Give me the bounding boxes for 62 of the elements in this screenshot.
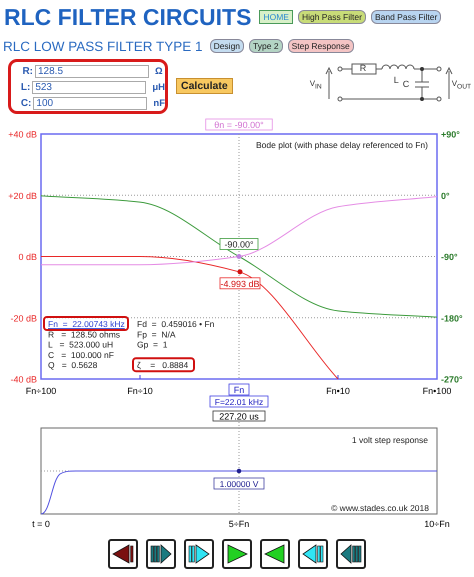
- inductor-label: L: [394, 75, 399, 85]
- cursor-dot: [238, 269, 242, 274]
- nav-link[interactable]: Band Pass Filter: [370, 10, 442, 24]
- tab-link[interactable]: Design: [210, 39, 244, 53]
- axis-label: 5÷Fn: [228, 519, 250, 529]
- chart-title: 1 volt step response: [352, 435, 428, 445]
- calculate-button[interactable]: Calculate: [176, 78, 233, 94]
- input-field[interactable]: 128.5: [35, 65, 149, 78]
- tab-link[interactable]: Type 2: [249, 39, 283, 53]
- axis-label: Fn÷100: [26, 386, 56, 396]
- axis-label: +90°: [441, 130, 460, 140]
- field-label: R:: [21, 66, 33, 77]
- input-field[interactable]: 523: [32, 81, 146, 94]
- axis-label: +20 dB: [8, 190, 37, 201]
- capacitor-label: C: [402, 79, 410, 89]
- cursor-label[interactable]: Fn: [228, 384, 250, 396]
- time-readout: 227.20 us: [212, 410, 266, 422]
- cursor-dot: [236, 254, 242, 259]
- axis-label: -90°: [441, 252, 458, 262]
- input-field[interactable]: 100: [33, 97, 148, 110]
- unit-label: μH: [152, 82, 165, 93]
- axis-label: -20 dB: [10, 313, 37, 324]
- parameter-text: Q = 0.5628: [48, 360, 98, 370]
- chart-title: Bode plot (with phase delay referenced to Fn): [256, 140, 428, 150]
- output-voltage-label: V$_{OUT}$: [452, 79, 472, 93]
- phase-delay-label: θn = -90.00°: [205, 118, 273, 130]
- voltage-readout: 1.00000 V: [214, 478, 264, 490]
- nav-link[interactable]: High Pass Filter: [298, 10, 366, 24]
- tab-link[interactable]: Step Response: [288, 39, 354, 53]
- parameter-text: L = 523.000 uH: [48, 340, 114, 350]
- parameter-text: Fd = 0.459016 • Fn: [137, 319, 214, 329]
- axis-label: 0 dB: [18, 252, 37, 262]
- axis-label: +40 dB: [8, 130, 37, 140]
- field-label: C:: [20, 98, 32, 109]
- section-title: RLC LOW PASS FILTER TYPE 1: [3, 38, 203, 54]
- axis-label: 0°: [441, 190, 450, 201]
- axis-label: 10÷Fn: [424, 519, 450, 529]
- phase-marker: -90.00°: [220, 238, 258, 250]
- unit-label: nF: [153, 98, 165, 109]
- axis-label: Fn•100: [422, 386, 452, 396]
- input-voltage-label: V$_{IN}$: [310, 79, 322, 93]
- axis-label: -180°: [441, 313, 463, 324]
- parameter-text: C = 100.000 nF: [48, 350, 114, 360]
- parameter-text: ζ = 0.8884: [137, 360, 188, 370]
- axis-label: Fn÷10: [127, 386, 153, 396]
- field-label: L:: [20, 82, 30, 93]
- resistor-label: R: [360, 63, 366, 73]
- page-title: RLC FILTER CIRCUITS: [4, 4, 252, 30]
- x-tick-label: Fn: [234, 385, 244, 395]
- parameter-text: R = 128.50 ohms: [48, 329, 120, 340]
- parameter-text[interactable]: Fn = 22.00743 kHz: [48, 319, 125, 329]
- copyright-text: © www.stades.co.uk 2018: [331, 503, 429, 513]
- axis-label: -40 dB: [10, 374, 37, 384]
- gain-marker: -4.993 dB: [220, 277, 260, 290]
- parameter-text: Fp = N/A: [137, 329, 176, 340]
- cursor-dot: [236, 468, 242, 474]
- unit-label: Ω: [155, 66, 163, 77]
- axis-label: t = 0: [32, 519, 50, 529]
- parameter-text: Gp = 1: [137, 340, 168, 350]
- axis-label: -270°: [441, 374, 463, 384]
- frequency-readout: F=22.01 kHz: [210, 396, 268, 408]
- axis-label: Fn•10: [326, 386, 350, 396]
